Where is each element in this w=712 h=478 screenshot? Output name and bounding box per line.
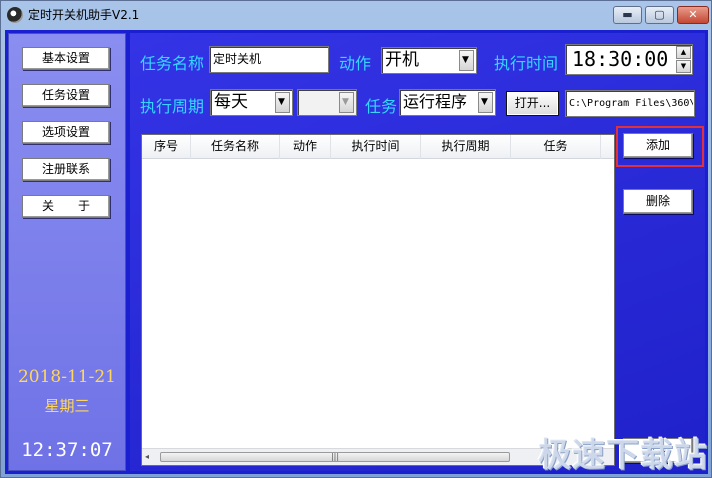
scroll-thumb[interactable]: ||| bbox=[160, 452, 510, 462]
client-area: 基本设置 任务设置 选项设置 注册联系 关 于 2018-11-21 星期三 1… bbox=[5, 30, 708, 474]
task-name-label: 任务名称 bbox=[140, 54, 205, 73]
task-name-value: 定时关机 bbox=[213, 52, 262, 66]
title-bar[interactable]: 定时开关机助手V2.1 ▬ ▢ ✕ bbox=[1, 1, 711, 29]
task-type-select[interactable]: 运行程序 bbox=[399, 89, 496, 116]
action-dropdown-icon[interactable] bbox=[459, 50, 474, 71]
task-name-input[interactable]: 定时关机 bbox=[209, 46, 329, 73]
maximize-button[interactable]: ▢ bbox=[645, 6, 674, 24]
program-path-value: C:\Program Files\360\ bbox=[569, 98, 693, 109]
current-date: 2018-11-21 bbox=[17, 367, 116, 387]
action-value: 开机 bbox=[385, 50, 419, 70]
task-type-dropdown-icon[interactable] bbox=[478, 92, 493, 113]
sidebar-basic-settings-button[interactable]: 基本设置 bbox=[22, 47, 110, 70]
exec-time-label: 执行时间 bbox=[494, 54, 559, 73]
sidebar-about-button[interactable]: 关 于 bbox=[22, 195, 110, 218]
cycle-dropdown-icon[interactable] bbox=[275, 92, 290, 113]
column-header-cycle[interactable]: 执行周期 bbox=[421, 135, 511, 159]
column-header-task-name[interactable]: 任务名称 bbox=[191, 135, 280, 159]
column-header-exec-time[interactable]: 执行时间 bbox=[331, 135, 421, 159]
time-spin-up-icon[interactable]: ▲ bbox=[676, 46, 691, 59]
table-header: 序号 任务名称 动作 执行时间 执行周期 任务 bbox=[142, 135, 614, 159]
close-button[interactable]: ✕ bbox=[677, 6, 709, 24]
task-type-label: 任务 bbox=[365, 97, 398, 116]
cycle-sub-dropdown-icon[interactable] bbox=[339, 92, 354, 113]
exec-time-input[interactable]: 18:30:00 ▲ ▼ bbox=[565, 44, 693, 75]
cycle-sub-select[interactable] bbox=[297, 89, 357, 116]
window-title: 定时开关机助手V2.1 bbox=[28, 8, 140, 22]
task-panel: 任务名称 定时关机 动作 开机 执行时间 18:30:00 ▲ ▼ 执行周期 每… bbox=[130, 33, 705, 471]
program-path-input[interactable]: C:\Program Files\360\ bbox=[565, 90, 695, 117]
delete-task-button[interactable]: 删除 bbox=[623, 189, 693, 214]
add-task-button[interactable]: 添加 bbox=[623, 133, 693, 158]
sidebar-options-button[interactable]: 选项设置 bbox=[22, 121, 110, 144]
task-type-value: 运行程序 bbox=[403, 92, 468, 111]
sidebar: 基本设置 任务设置 选项设置 注册联系 关 于 2018-11-21 星期三 1… bbox=[8, 33, 126, 471]
open-file-button[interactable]: 打开... bbox=[506, 91, 559, 116]
column-header-task[interactable]: 任务 bbox=[511, 135, 601, 159]
exec-time-value: 18:30:00 bbox=[572, 47, 669, 71]
cycle-label: 执行周期 bbox=[140, 97, 205, 116]
cycle-value: 每天 bbox=[214, 92, 248, 112]
site-watermark: 极速下载站 bbox=[538, 435, 708, 474]
app-clock-icon bbox=[7, 7, 23, 23]
scroll-left-icon[interactable]: ◂ bbox=[145, 452, 149, 461]
minimize-button[interactable]: ▬ bbox=[613, 6, 642, 24]
action-label: 动作 bbox=[339, 54, 372, 73]
column-header-action[interactable]: 动作 bbox=[280, 135, 331, 159]
current-time: 12:37:07 bbox=[21, 439, 113, 461]
sidebar-register-button[interactable]: 注册联系 bbox=[22, 158, 110, 181]
cycle-select[interactable]: 每天 bbox=[210, 89, 293, 116]
current-weekday: 星期三 bbox=[44, 397, 90, 415]
action-select[interactable]: 开机 bbox=[381, 47, 477, 74]
app-window: 定时开关机助手V2.1 ▬ ▢ ✕ 基本设置 任务设置 选项设置 注册联系 关 … bbox=[0, 0, 712, 478]
task-list-table[interactable]: 序号 任务名称 动作 执行时间 执行周期 任务 ◂ ||| bbox=[141, 134, 615, 466]
time-spin-down-icon[interactable]: ▼ bbox=[676, 60, 691, 73]
column-header-index[interactable]: 序号 bbox=[142, 135, 191, 159]
sidebar-task-settings-button[interactable]: 任务设置 bbox=[22, 84, 110, 107]
